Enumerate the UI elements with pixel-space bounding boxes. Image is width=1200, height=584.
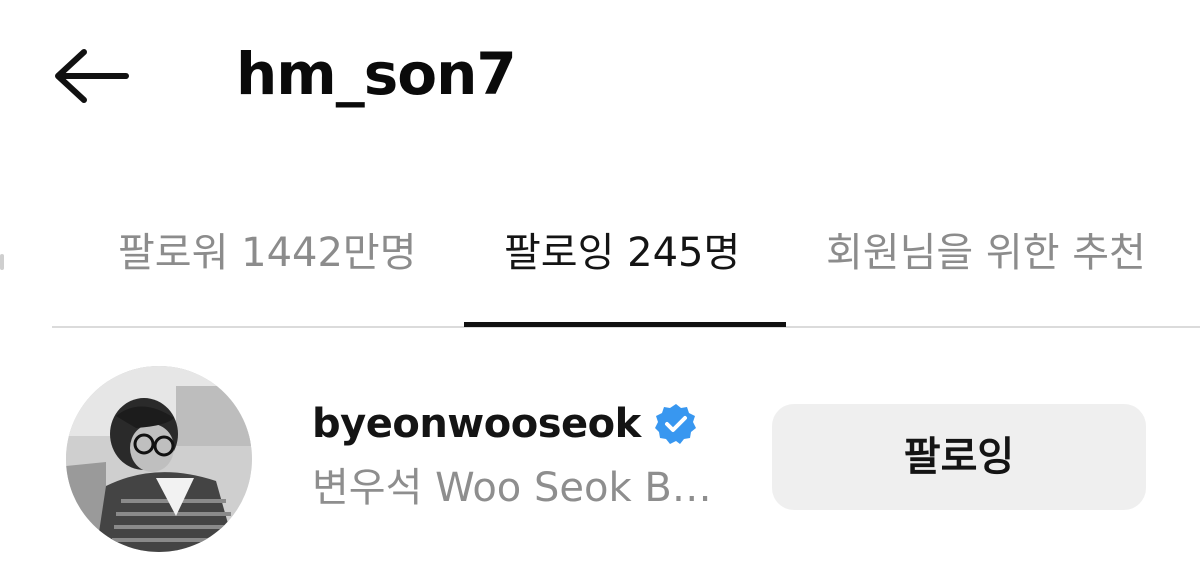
tab-suggested-for-you[interactable]: 회원님을 위한 추천 [826,218,1146,288]
profile-photo [66,366,252,552]
back-arrow-icon [55,49,129,103]
verified-badge-icon [654,402,698,446]
list-item: byeonwooseok 변우석 Woo Seok B… 팔로잉 [0,340,1200,584]
account-username[interactable]: byeonwooseok [312,396,641,452]
active-tab-indicator [464,322,786,327]
follow-tabs: 팔로워 1442만명 팔로잉 245명 회원님을 위한 추천 [0,200,1200,330]
account-name-line: byeonwooseok [312,396,698,452]
tab-following[interactable]: 팔로잉 245명 [504,218,740,288]
back-button[interactable] [48,44,132,108]
profile-username-title: hm_son7 [236,40,517,108]
tab-followers[interactable]: 팔로워 1442만명 [118,218,417,288]
following-button[interactable]: 팔로잉 [772,404,1146,510]
account-full-name: 변우석 Woo Seok B… [312,465,712,511]
top-bar: hm_son7 [0,0,1200,150]
avatar[interactable] [66,366,252,552]
